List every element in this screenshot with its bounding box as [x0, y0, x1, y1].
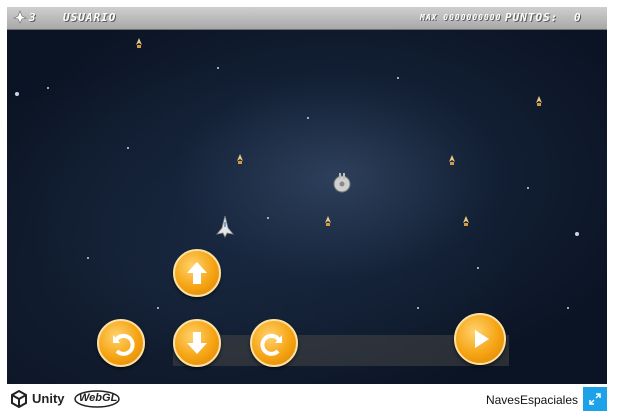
- enemy-ship-icon: [461, 213, 471, 231]
- star: [575, 232, 579, 236]
- game-canvas[interactable]: 3 USUARIO MAX 0000000000 PUNTOS: 0: [7, 7, 607, 384]
- star: [157, 307, 159, 309]
- player-name: USUARIO: [63, 11, 117, 24]
- unity-label: Unity: [32, 391, 65, 406]
- player-ship-icon: [216, 215, 234, 243]
- star: [397, 77, 399, 79]
- star: [47, 87, 49, 89]
- score-label: PUNTOS:: [505, 11, 559, 24]
- star: [307, 117, 309, 119]
- star: [127, 147, 129, 149]
- falcon-ship-icon: [333, 173, 351, 198]
- play-icon: [475, 330, 489, 348]
- game-title: NavesEspaciales: [485, 393, 578, 407]
- star: [527, 187, 529, 189]
- enemy-ship-icon: [323, 213, 333, 231]
- arrow-down-icon: [187, 332, 207, 354]
- star: [15, 92, 19, 96]
- rotate-right-icon: [260, 333, 282, 356]
- enemy-ship-icon: [134, 35, 144, 53]
- star: [567, 307, 569, 309]
- lives-count: 3: [29, 11, 37, 24]
- star: [87, 257, 89, 259]
- hud-bar: 3 USUARIO MAX 0000000000 PUNTOS: 0: [7, 7, 607, 30]
- best-score: MAX 0000000000: [420, 13, 502, 22]
- rotate-left-icon: [113, 333, 135, 356]
- rotate-right-button[interactable]: [250, 319, 298, 367]
- star: [417, 307, 419, 309]
- webgl-label: WebGL: [79, 392, 118, 404]
- lives-icon: [13, 10, 27, 27]
- move-up-button[interactable]: [173, 249, 221, 297]
- star: [267, 217, 269, 219]
- enemy-ship-icon: [447, 152, 457, 170]
- star: [217, 67, 219, 69]
- arrow-up-icon: [187, 262, 207, 284]
- move-down-button[interactable]: [173, 319, 221, 367]
- rotate-left-button[interactable]: [97, 319, 145, 367]
- star: [477, 267, 479, 269]
- enemy-ship-icon: [235, 151, 245, 169]
- score-value: 0: [574, 11, 582, 24]
- enemy-ship-icon: [534, 93, 544, 111]
- webgl-footer: Unity WebGL NavesEspaciales: [0, 384, 618, 414]
- unity-logo-icon: [10, 389, 28, 413]
- fullscreen-button[interactable]: [583, 387, 607, 411]
- fire-button[interactable]: [454, 313, 506, 365]
- expand-icon: [589, 393, 601, 405]
